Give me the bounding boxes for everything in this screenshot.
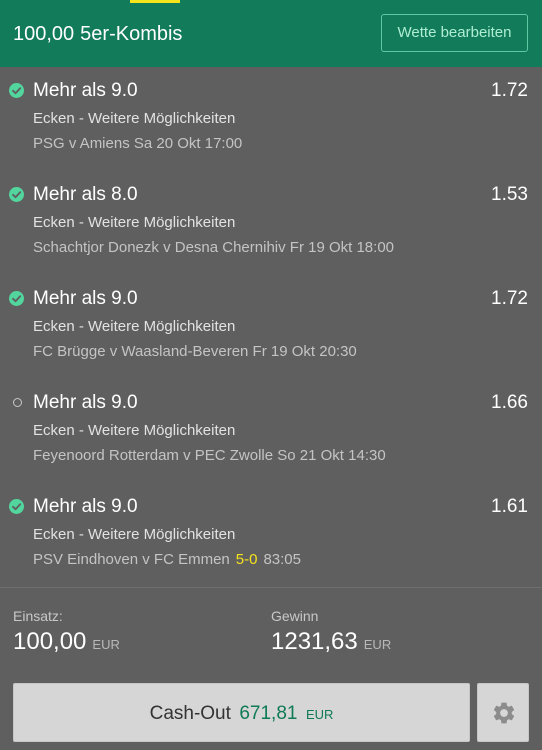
- cash-out-currency: EUR: [305, 707, 334, 722]
- selection-name: Mehr als 9.0: [33, 80, 138, 101]
- event-info: FC Brügge v Waasland-Beveren Fr 19 Okt 2…: [33, 343, 357, 361]
- return-label: Gewinn: [271, 608, 319, 624]
- return-value: 1231,63: [271, 628, 358, 655]
- selection-name: Mehr als 9.0: [33, 496, 138, 517]
- market-name: Ecken - Weitere Möglichkeiten: [33, 526, 236, 543]
- event-info: PSV Eindhoven v FC Emmen 5-0 83:05: [33, 551, 301, 569]
- selection-odds: 1.66: [491, 392, 528, 413]
- bet-header: 100,00 5er-Kombis Wette bearbeiten: [0, 0, 542, 67]
- summary-divider: [0, 587, 542, 588]
- live-score: 5-0: [235, 551, 258, 568]
- bet-selection: Mehr als 9.0 1.66 Ecken - Weitere Möglic…: [0, 379, 542, 483]
- event-name: PSV Eindhoven v FC Emmen: [33, 551, 230, 568]
- selection-odds: 1.72: [491, 288, 528, 309]
- market-name: Ecken - Weitere Möglichkeiten: [33, 422, 236, 439]
- check-circle-icon: [9, 83, 24, 98]
- event-info: PSG v Amiens Sa 20 Okt 17:00: [33, 135, 242, 153]
- selection-odds: 1.53: [491, 184, 528, 205]
- return-amount: 1231,63 EUR: [271, 628, 391, 659]
- event-name: Schachtjor Donezk v Desna Chernihiv Fr 1…: [33, 239, 395, 256]
- header-accent-bar: [130, 0, 180, 3]
- cash-out-label: Cash-Out: [149, 703, 231, 724]
- stake-currency: EUR: [92, 637, 120, 652]
- edit-bet-button[interactable]: Wette bearbeiten: [381, 14, 528, 52]
- event-name: Feyenoord Rotterdam v PEC Zwolle So 21 O…: [33, 447, 386, 464]
- match-clock: 83:05: [263, 551, 301, 568]
- market-name: Ecken - Weitere Möglichkeiten: [33, 110, 236, 127]
- bet-selection: Mehr als 9.0 1.61 Ecken - Weitere Möglic…: [0, 483, 542, 587]
- cash-out-amount: 671,81: [239, 703, 298, 724]
- stake-value: 100,00: [13, 628, 87, 655]
- selection-name: Mehr als 8.0: [33, 184, 138, 205]
- header-bet-type: 5er-Kombis: [80, 23, 183, 45]
- selection-odds: 1.61: [491, 496, 528, 517]
- header-stake: 100,00: [13, 23, 75, 45]
- open-circle-icon: [13, 398, 22, 407]
- event-info: Feyenoord Rotterdam v PEC Zwolle So 21 O…: [33, 447, 386, 465]
- bet-selection: Mehr als 8.0 1.53 Ecken - Weitere Möglic…: [0, 171, 542, 275]
- return-currency: EUR: [363, 637, 392, 652]
- event-name: FC Brügge v Waasland-Beveren Fr 19 Okt 2…: [33, 343, 357, 360]
- selection-odds: 1.72: [491, 80, 528, 101]
- gear-icon: [493, 702, 515, 724]
- bet-selection: Mehr als 9.0 1.72 Ecken - Weitere Möglic…: [0, 67, 542, 171]
- stake-amount: 100,00 EUR: [13, 628, 120, 659]
- selection-name: Mehr als 9.0: [33, 288, 138, 309]
- check-circle-icon: [9, 499, 24, 514]
- selection-name: Mehr als 9.0: [33, 392, 138, 413]
- cash-out-button[interactable]: Cash-Out 671,81 EUR: [13, 683, 470, 742]
- event-name: PSG v Amiens Sa 20 Okt 17:00: [33, 135, 243, 152]
- bet-selections-list: Mehr als 9.0 1.72 Ecken - Weitere Möglic…: [0, 67, 542, 587]
- cash-out-settings-button[interactable]: [477, 683, 529, 742]
- bet-selection: Mehr als 9.0 1.72 Ecken - Weitere Möglic…: [0, 275, 542, 379]
- market-name: Ecken - Weitere Möglichkeiten: [33, 214, 236, 231]
- event-info: Schachtjor Donezk v Desna Chernihiv Fr 1…: [33, 239, 394, 257]
- check-circle-icon: [9, 187, 24, 202]
- market-name: Ecken - Weitere Möglichkeiten: [33, 318, 236, 335]
- check-circle-icon: [9, 291, 24, 306]
- stake-label: Einsatz:: [13, 608, 63, 624]
- header-title: 100,00 5er-Kombis: [13, 22, 182, 46]
